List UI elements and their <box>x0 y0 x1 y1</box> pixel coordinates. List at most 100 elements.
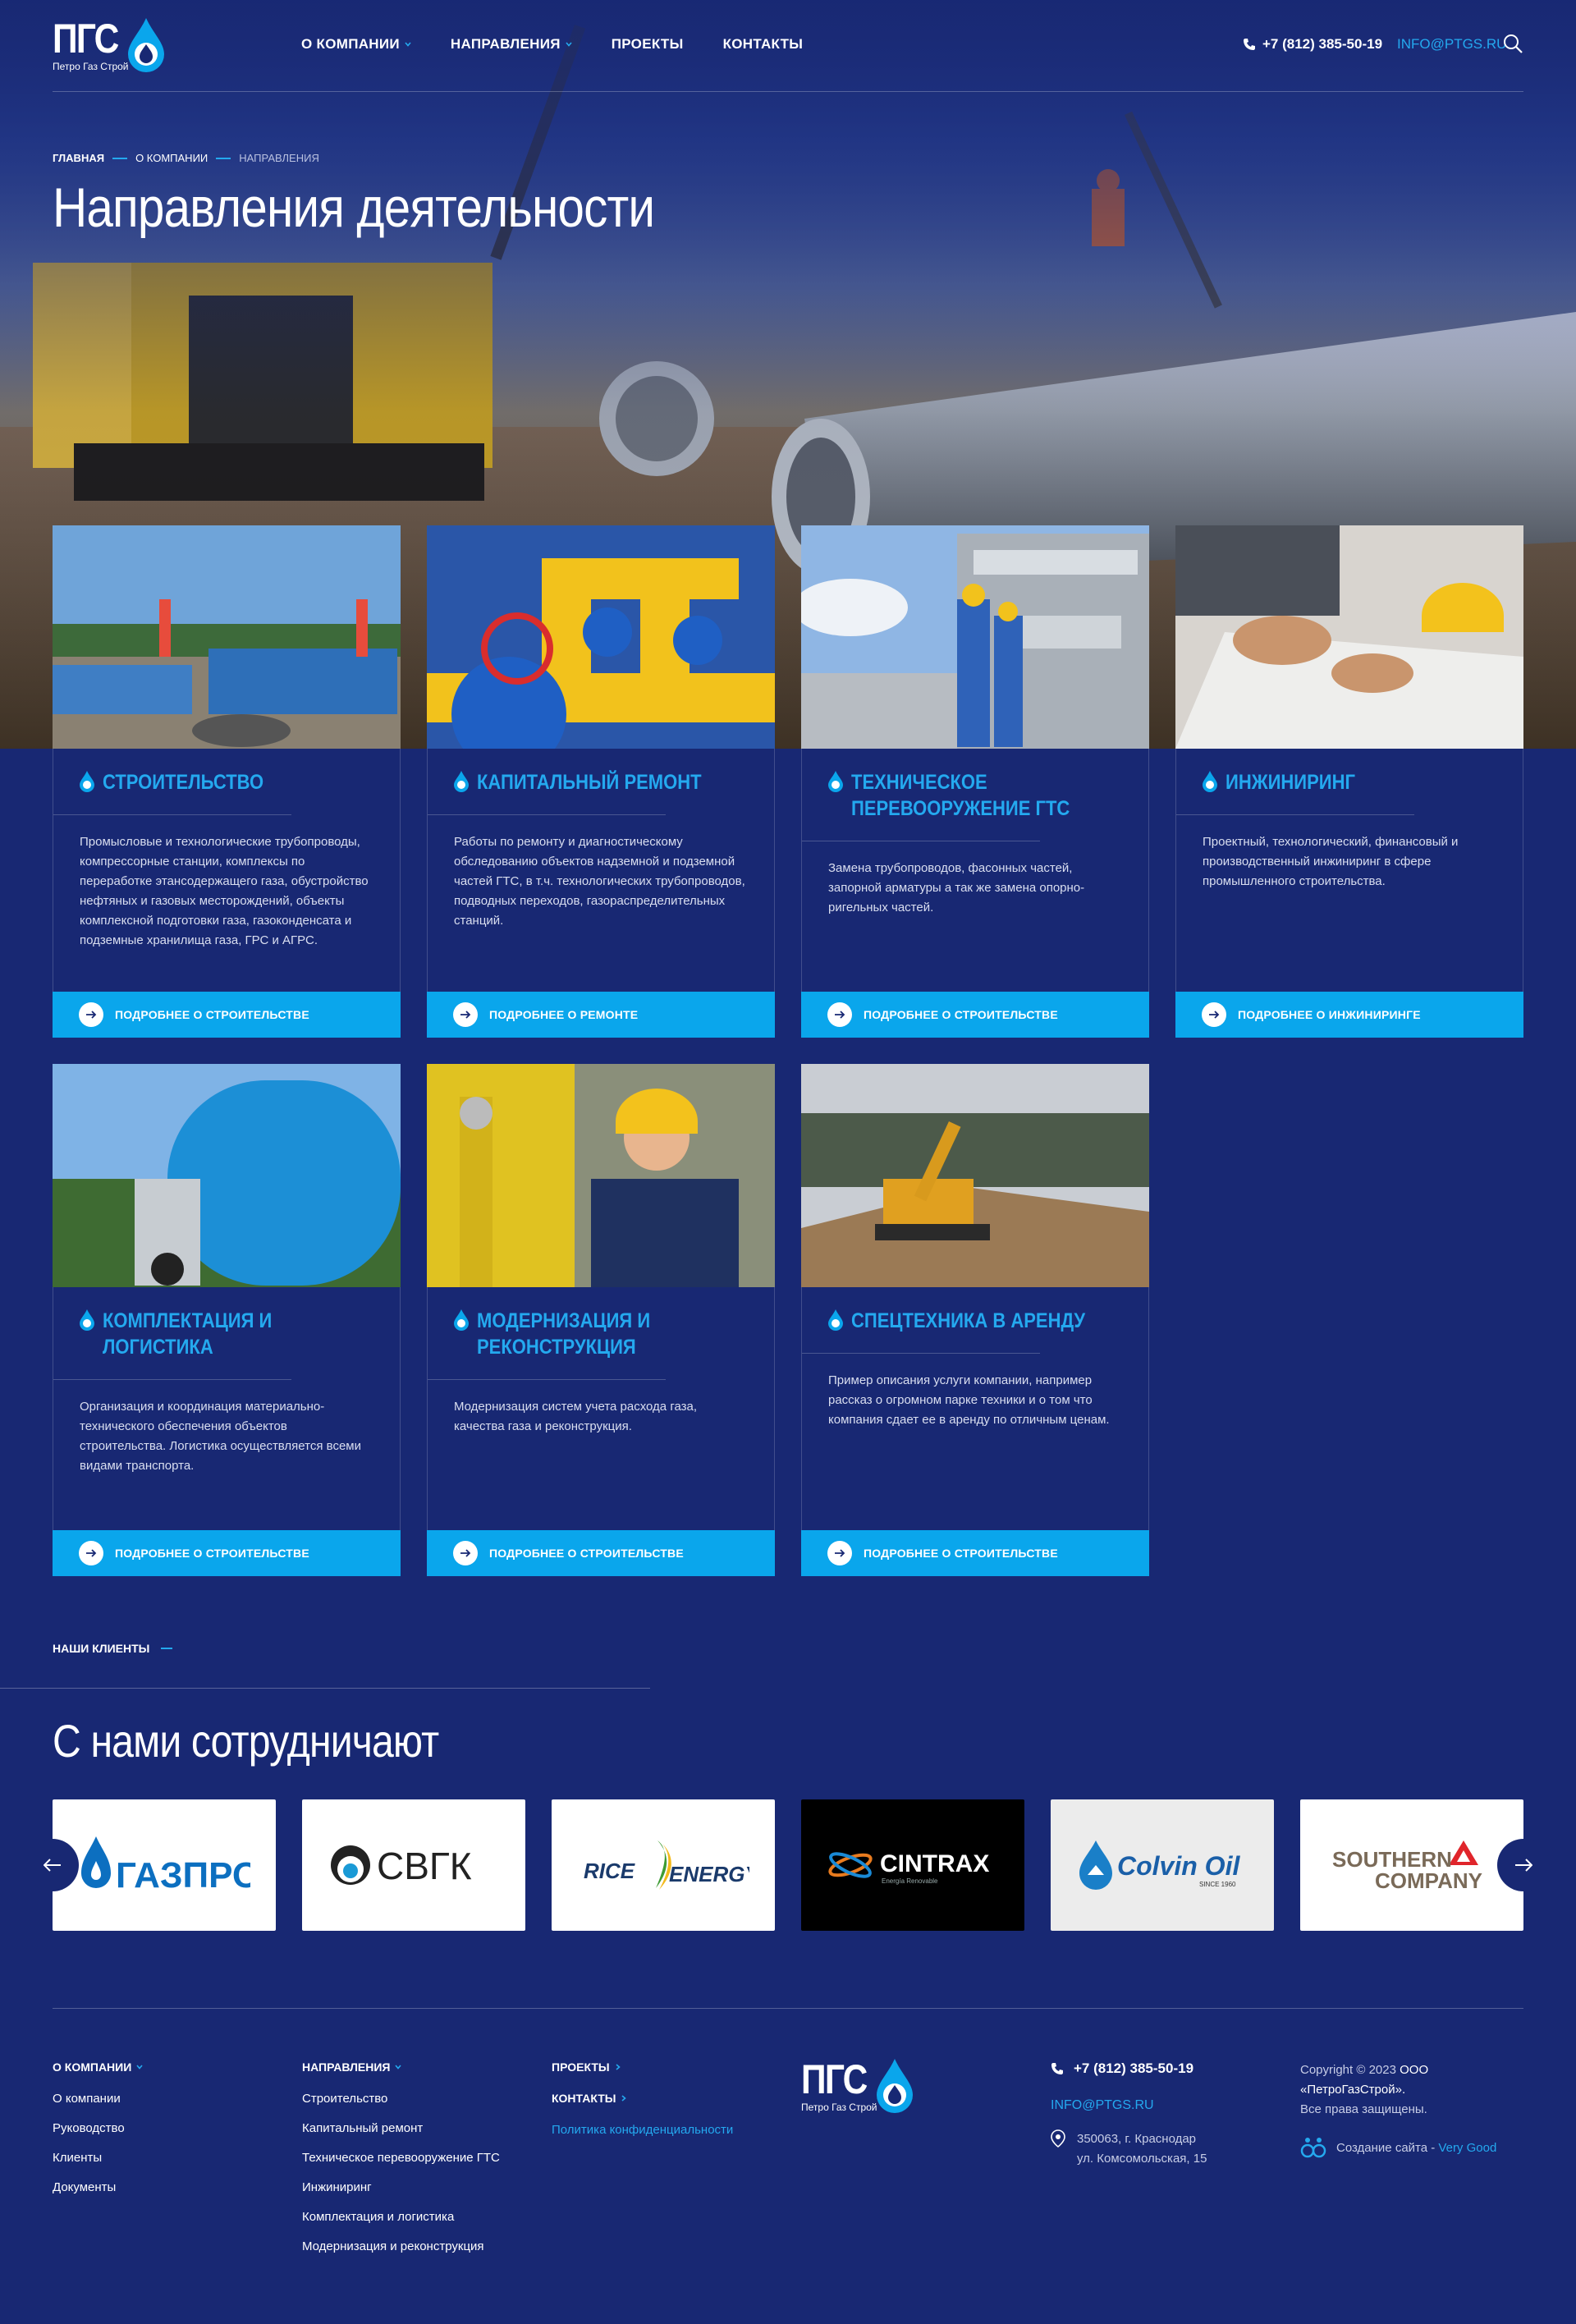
card-image-modernization <box>427 1064 775 1287</box>
nav-item-contacts[interactable]: Контакты <box>723 36 804 53</box>
card-image-logistics <box>53 1064 401 1287</box>
arrow-right-icon <box>827 1002 852 1027</box>
footer-head-projects[interactable]: Проекты <box>552 2060 733 2074</box>
svg-text:COMPANY: COMPANY <box>1375 1868 1482 1893</box>
card-title: Инжиниринг <box>1226 771 1355 794</box>
card-text: Замена трубопроводов, фасонных частей, з… <box>828 861 1085 914</box>
logo-subtitle: Петро Газ Строй <box>801 2102 877 2113</box>
flame-drop-icon <box>128 18 164 72</box>
flame-drop-icon <box>1203 771 1217 792</box>
footer-link[interactable]: Документы <box>53 2180 143 2194</box>
card-title: Техническое перевооружение ГТС <box>851 771 1070 820</box>
client-logo-colvin-oil[interactable]: Colvin Oil SINCE 1960 <box>1051 1799 1274 1931</box>
location-pin-icon <box>1051 2129 1065 2148</box>
svg-text:SINCE 1960: SINCE 1960 <box>1199 1881 1236 1888</box>
card-title: Строительство <box>103 771 264 794</box>
svg-text:ENERGY: ENERGY <box>669 1862 749 1886</box>
site-header: ПГС Петро Газ Строй О компании Направлен… <box>53 0 1523 92</box>
svg-text:CINTRAX: CINTRAX <box>880 1850 989 1877</box>
footer-link[interactable]: Руководство <box>53 2121 143 2135</box>
card-title: Комплектация и логистика <box>103 1309 273 1359</box>
arrow-right-icon <box>453 1002 478 1027</box>
card-more-button[interactable]: Подробнее о строительстве <box>801 992 1149 1038</box>
card-title: Спецтехника в аренду <box>851 1309 1086 1332</box>
search-icon[interactable] <box>1502 33 1523 54</box>
flame-drop-icon <box>454 771 469 792</box>
chevron-right-icon <box>616 2064 621 2070</box>
flame-drop-icon <box>828 1309 843 1331</box>
footer-copyright: Copyright © 2023 ООО «ПетроГазСтрой». Вс… <box>1300 2060 1496 2159</box>
footer-email[interactable]: INFO@PTGS.RU <box>1051 2098 1207 2113</box>
footer-phone[interactable]: +7 (812) 385-50-19 <box>1051 2060 1207 2077</box>
developer-logo-icon <box>1300 2138 1326 2158</box>
client-logo-rice-energy[interactable]: RICE ENERGY <box>552 1799 775 1931</box>
direction-card[interactable]: Строительство Промысловые и технологичес… <box>53 525 401 1038</box>
nav-item-company[interactable]: О компании <box>301 36 411 53</box>
card-image-machinery <box>801 1064 1149 1287</box>
breadcrumb-current: Направления <box>239 152 319 164</box>
footer-logo[interactable]: ПГС Петро Газ Строй <box>801 2059 949 2125</box>
direction-card[interactable]: Капитальный ремонт Работы по ремонту и д… <box>427 525 775 1038</box>
direction-card[interactable]: Модернизация и реконструкция Модернизаци… <box>427 1064 775 1576</box>
card-more-button[interactable]: Подробнее о ремонте <box>427 992 775 1038</box>
card-text: Организация и координация материально-те… <box>80 1400 361 1473</box>
direction-card[interactable]: Техническое перевооружение ГТС Замена тр… <box>801 525 1149 1038</box>
breadcrumb-home[interactable]: Главная <box>53 152 104 164</box>
site-credit: Создание сайта - Very Good <box>1300 2136 1496 2159</box>
developer-link[interactable]: Very Good <box>1438 2141 1496 2155</box>
arrow-right-icon <box>79 1541 103 1565</box>
header-phone[interactable]: +7 (812) 385-50-19 <box>1243 36 1382 53</box>
chevron-down-icon <box>136 2065 143 2070</box>
footer-head-company[interactable]: О компании <box>53 2060 143 2074</box>
client-logo-gazprom[interactable]: ГАЗПРОМ <box>53 1799 276 1931</box>
footer-link[interactable]: Комплектация и логистика <box>302 2210 500 2224</box>
card-more-button[interactable]: Подробнее о строительстве <box>427 1530 775 1576</box>
card-text: Проектный, технологический, финансовый и… <box>1203 835 1459 888</box>
page-title: Направления деятельности <box>53 176 655 239</box>
header-email[interactable]: INFO@PTGS.RU <box>1397 36 1506 53</box>
site-logo[interactable]: ПГС Петро Газ Строй <box>53 18 176 76</box>
arrow-right-icon <box>453 1541 478 1565</box>
client-logo-cintrax[interactable]: CINTRAX Energía Renovable <box>801 1799 1024 1931</box>
footer-link[interactable]: Техническое перевооружение ГТС <box>302 2151 500 2165</box>
footer-col-directions: Направления Строительство Капитальный ре… <box>302 2060 500 2269</box>
flame-drop-icon <box>877 2059 913 2113</box>
carousel-next-button[interactable] <box>1497 1839 1550 1891</box>
footer-link[interactable]: Строительство <box>302 2092 500 2106</box>
footer-link[interactable]: Модернизация и реконструкция <box>302 2239 500 2253</box>
logo-text: ПГС <box>801 2056 868 2102</box>
chevron-down-icon <box>395 2065 402 2070</box>
carousel-prev-button[interactable] <box>26 1839 79 1891</box>
arrow-right-icon <box>1202 1002 1226 1027</box>
svg-text:ГАЗПРОМ: ГАЗПРОМ <box>116 1855 250 1895</box>
clients-eyebrow: Наши клиенты <box>53 1642 173 1655</box>
direction-card[interactable]: Спецтехника в аренду Пример описания усл… <box>801 1064 1149 1576</box>
nav-item-projects[interactable]: Проекты <box>612 36 684 53</box>
client-logo-southern-company[interactable]: SOUTHERN COMPANY <box>1300 1799 1523 1931</box>
logo-subtitle: Петро Газ Строй <box>53 61 129 72</box>
footer-link[interactable]: Клиенты <box>53 2151 143 2165</box>
breadcrumb-company[interactable]: О компании <box>135 152 208 164</box>
card-more-button[interactable]: Подробнее о строительстве <box>53 1530 401 1576</box>
direction-card[interactable]: Комплектация и логистика Организация и к… <box>53 1064 401 1576</box>
card-more-button[interactable]: Подробнее о строительстве <box>53 992 401 1038</box>
card-more-button[interactable]: Подробнее о инжиниринге <box>1175 992 1523 1038</box>
arrow-left-icon <box>44 1859 61 1872</box>
direction-card[interactable]: Инжиниринг Проектный, технологический, ф… <box>1175 525 1523 1038</box>
footer-link[interactable]: Инжиниринг <box>302 2180 500 2194</box>
breadcrumb: Главная О компании Направления <box>53 152 319 164</box>
svg-text:СВГК: СВГК <box>377 1845 472 1887</box>
footer-link[interactable]: Капитальный ремонт <box>302 2121 500 2135</box>
client-logo-svgk[interactable]: СВГК <box>302 1799 525 1931</box>
svg-text:RICE: RICE <box>584 1859 635 1883</box>
card-image-engineering <box>1175 525 1523 749</box>
flame-drop-icon <box>80 1309 94 1331</box>
nav-item-directions[interactable]: Направления <box>451 36 572 53</box>
footer-head-directions[interactable]: Направления <box>302 2060 500 2074</box>
footer-link[interactable]: О компании <box>53 2092 143 2106</box>
privacy-policy-link[interactable]: Политика конфиденциальности <box>552 2123 733 2137</box>
svg-text:Colvin Oil: Colvin Oil <box>1117 1851 1240 1881</box>
card-image-construction <box>53 525 401 749</box>
card-more-button[interactable]: Подробнее о строительстве <box>801 1530 1149 1576</box>
footer-head-contacts[interactable]: Контакты <box>552 2092 733 2105</box>
